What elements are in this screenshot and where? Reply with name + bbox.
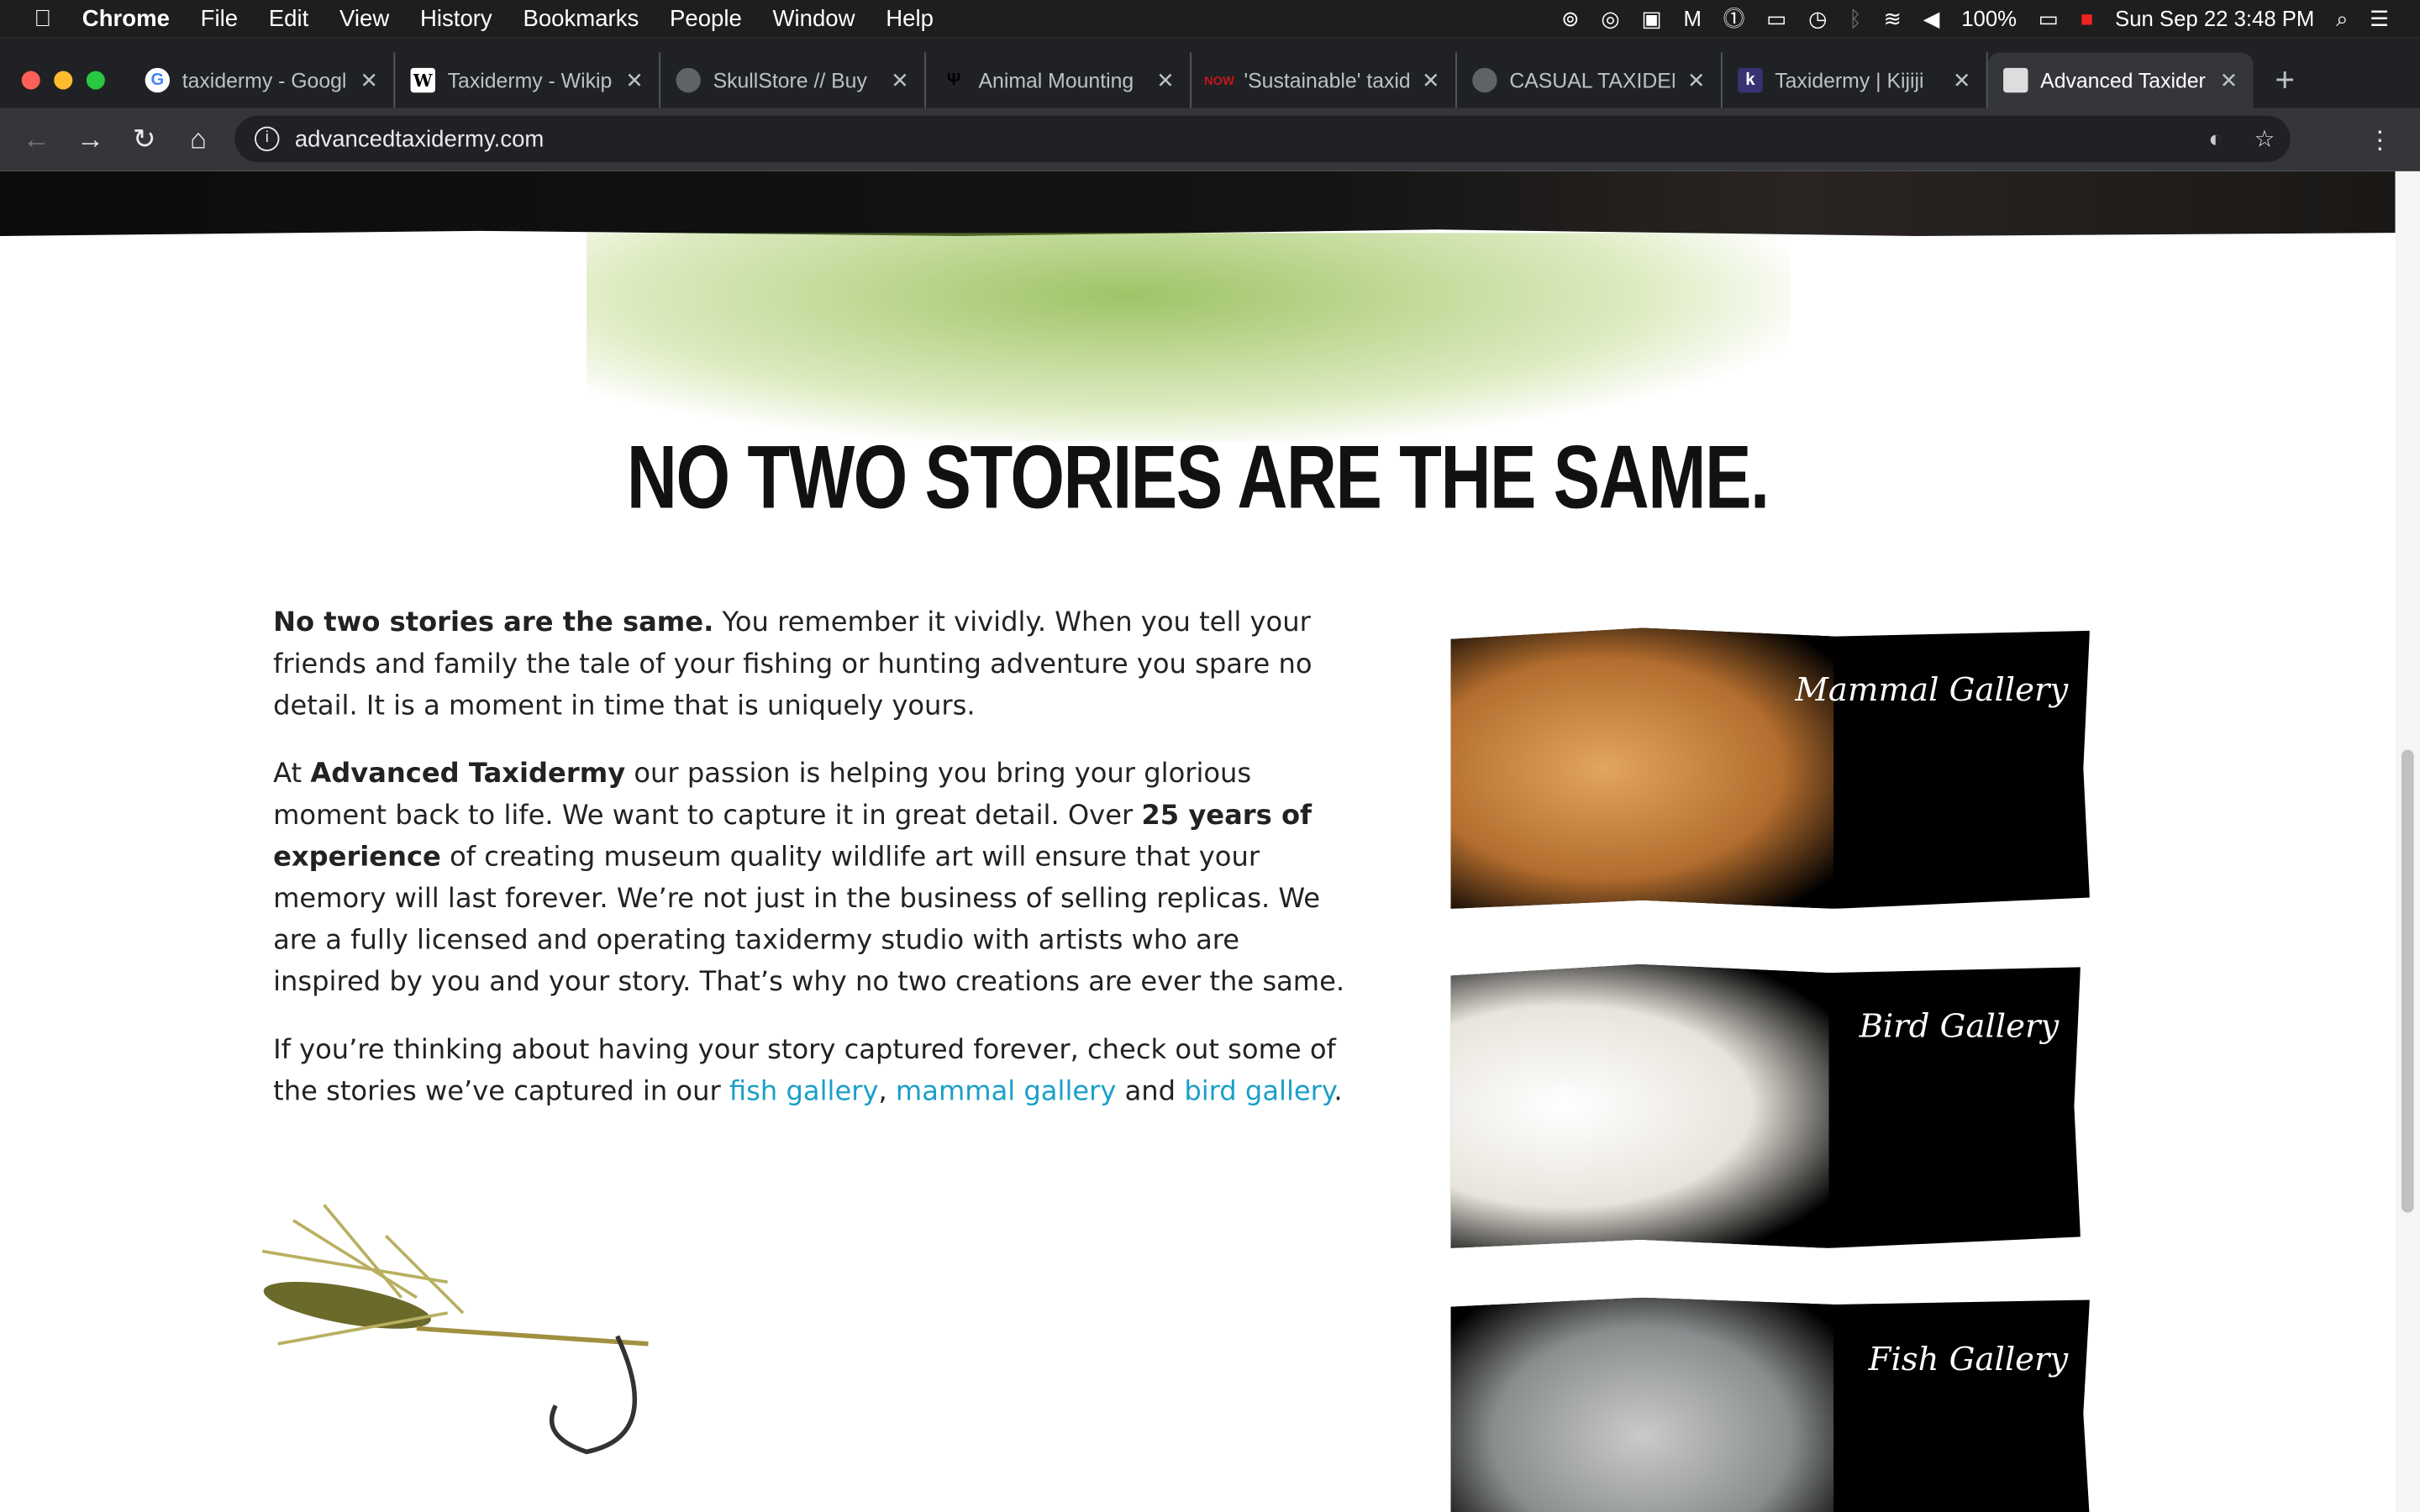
menu-help[interactable]: Help	[886, 5, 934, 31]
new-tab-button[interactable]: +	[2254, 60, 2295, 101]
time-machine-icon[interactable]: ◷	[1808, 5, 1827, 31]
battery-percent[interactable]: 100%	[1961, 6, 2017, 30]
leopard-image	[1450, 627, 1834, 909]
tab-google[interactable]: Gtaxidermy - Google ✕	[129, 52, 396, 108]
notification-center-icon[interactable]: ☰	[2370, 5, 2389, 31]
tab-wikipedia[interactable]: WTaxidermy - Wikipedia✕	[395, 52, 661, 108]
tab-sustainable[interactable]: NOW'Sustainable' taxidermy✕	[1192, 52, 1457, 108]
menu-people[interactable]: People	[670, 5, 742, 31]
clock[interactable]: Sun Sep 22 3:48 PM	[2115, 6, 2314, 30]
header-banner-image	[0, 171, 2396, 237]
now-magazine-icon: NOW	[1204, 73, 1234, 87]
fish-gallery-card[interactable]: Fish Gallery	[1450, 1297, 2090, 1512]
menu-file[interactable]: File	[201, 5, 238, 31]
toolbar: ← → ↻ ⌂ i advancedtaxidermy.com ◐ ☆ ⋮	[0, 108, 2420, 171]
menu-view[interactable]: View	[339, 5, 389, 31]
chrome-menu-icon[interactable]: ⋮	[2368, 124, 2392, 155]
tab-casual-taxidermy[interactable]: CASUAL TAXIDERMY✕	[1457, 52, 1723, 108]
menu-bookmarks[interactable]: Bookmarks	[523, 5, 639, 31]
spotlight-icon[interactable]: ⌕	[2336, 5, 2348, 31]
home-button[interactable]: ⌂	[171, 123, 225, 156]
close-tab-icon[interactable]: ✕	[625, 67, 644, 93]
macos-menubar:  Chrome File Edit View History Bookmark…	[0, 0, 2420, 38]
paragraph-3: If you’re thinking about having your sto…	[273, 1035, 1343, 1108]
fish-gallery-link[interactable]: fish gallery	[729, 1077, 879, 1108]
bluetooth-icon[interactable]: ᛒ	[1849, 6, 1861, 30]
zoom-window-button[interactable]	[86, 71, 105, 90]
wikipedia-icon: W	[410, 67, 435, 93]
creative-cloud-icon[interactable]: ⊚	[1561, 5, 1580, 31]
url-text[interactable]: advancedtaxidermy.com	[295, 126, 544, 152]
wifi-icon[interactable]: ≋	[1883, 5, 1902, 31]
info-icon[interactable]: i	[255, 126, 280, 151]
tab-advanced-taxidermy[interactable]: Advanced Taxidermy✕	[1987, 52, 2254, 108]
bird-gallery-card[interactable]: Bird Gallery	[1450, 963, 2081, 1248]
ad-blocker-icon[interactable]: ◐	[2208, 126, 2223, 152]
menu-edit[interactable]: Edit	[269, 5, 308, 31]
paragraph-2: At Advanced Taxidermy our passion is hel…	[273, 759, 1345, 999]
globe-icon	[1472, 67, 1497, 93]
google-icon: G	[145, 67, 171, 93]
mammal-gallery-card[interactable]: Mammal Gallery	[1450, 627, 2090, 909]
scrollbar-thumb[interactable]	[2401, 749, 2414, 1213]
bookmark-star-icon[interactable]: ☆	[2254, 125, 2275, 153]
menu-app-name[interactable]: Chrome	[82, 5, 170, 31]
gallery-caption: Fish Gallery	[1868, 1341, 2069, 1378]
close-tab-icon[interactable]: ✕	[360, 67, 378, 93]
gallery-caption: Mammal Gallery	[1795, 670, 2069, 709]
vpn-icon[interactable]: ◎	[1601, 5, 1619, 31]
battery-icon[interactable]: ▭	[2039, 5, 2059, 31]
close-tab-icon[interactable]: ✕	[1422, 67, 1440, 93]
menu-window[interactable]: Window	[773, 5, 855, 31]
close-window-button[interactable]	[21, 71, 40, 90]
gallery-caption: Bird Gallery	[1859, 1007, 2060, 1045]
accessibility-icon[interactable]: ⓵	[1723, 3, 1745, 34]
page-scrollbar[interactable]	[2395, 171, 2420, 1512]
fishing-fly-image	[261, 1204, 649, 1455]
mammal-gallery-link[interactable]: mammal gallery	[896, 1077, 1116, 1108]
paragraph-1: No two stories are the same. You remembe…	[273, 607, 1313, 722]
snowy-owl-image	[1450, 963, 1829, 1248]
close-tab-icon[interactable]: ✕	[1687, 67, 1706, 93]
page-heading: NO TWO STORIES ARE THE SAME.	[626, 427, 1770, 528]
browser-chrome: Gtaxidermy - Google✕ WTaxidermy - Wikipe…	[0, 37, 2420, 171]
airplay-icon[interactable]: ▭	[1766, 5, 1786, 31]
tab-kijiji[interactable]: k Taxidermy | Kijiji ✕	[1723, 52, 1988, 108]
globe-icon	[676, 67, 701, 93]
back-button[interactable]: ←	[9, 123, 63, 156]
deer-icon: Ψ	[946, 71, 961, 90]
minimize-window-button[interactable]	[54, 71, 73, 90]
address-bar[interactable]: i advancedtaxidermy.com ◐ ☆	[234, 115, 2291, 162]
green-paint-decoration	[586, 233, 1791, 442]
fish-image	[1450, 1297, 1834, 1512]
reload-button[interactable]: ↻	[118, 123, 171, 156]
close-tab-icon[interactable]: ✕	[1953, 67, 1971, 93]
volume-icon[interactable]: ◀	[1923, 5, 1940, 31]
tab-skullstore[interactable]: SkullStore // Buy ✕	[660, 52, 927, 108]
intro-copy: No two stories are the same. You remembe…	[273, 603, 1354, 1140]
tab-strip: Gtaxidermy - Google✕ WTaxidermy - Wikipe…	[0, 52, 2420, 108]
bird-gallery-link[interactable]: bird gallery	[1184, 1077, 1334, 1108]
advanced-taxidermy-logo-icon	[2003, 67, 2028, 93]
close-tab-icon[interactable]: ✕	[891, 67, 909, 93]
apple-icon[interactable]: 	[34, 5, 51, 31]
forward-button[interactable]: →	[63, 123, 117, 156]
display-icon[interactable]: ▣	[1642, 5, 1662, 31]
close-tab-icon[interactable]: ✕	[1156, 67, 1175, 93]
web-page: NO TWO STORIES ARE THE SAME. No two stor…	[0, 171, 2396, 1512]
canada-flag-icon[interactable]: ■	[2081, 6, 2094, 30]
window-controls	[0, 71, 129, 90]
menu-history[interactable]: History	[420, 5, 492, 31]
kijiji-icon: k	[1738, 67, 1763, 93]
malwarebytes-icon[interactable]: M	[1684, 6, 1702, 30]
tab-animal-mounting[interactable]: Ψ Animal Mounting ✕	[926, 52, 1192, 108]
close-tab-icon[interactable]: ✕	[2220, 67, 2238, 93]
